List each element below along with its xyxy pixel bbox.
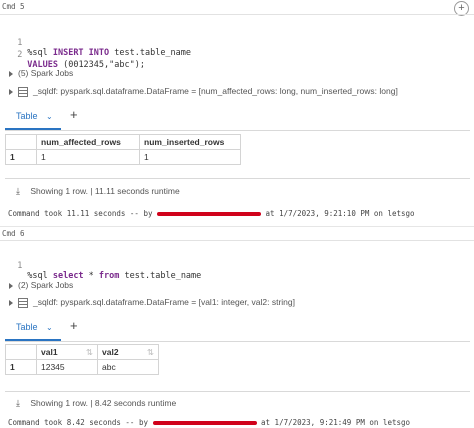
footer-prefix: Command took 11.11 seconds -- by (8, 209, 153, 218)
schema-text: _sqldf: pyspark.sql.dataframe.DataFrame … (33, 297, 295, 307)
triangle-right-icon (9, 70, 13, 77)
code-keyword: from (98, 271, 120, 281)
redacted-user (152, 421, 257, 425)
tab-label: Table (16, 111, 38, 121)
spark-jobs-toggle[interactable]: (5) Spark Jobs (9, 68, 73, 78)
column-header-label: val1 (41, 346, 58, 357)
result-status-bar: ⤓ Showing 1 row. | 8.42 seconds runtime (16, 398, 176, 409)
cmd-label: Cmd 6 (2, 229, 25, 238)
results-table: val1 ⇅ val2 ⇅ 1 12345 abc (5, 344, 159, 375)
triangle-right-icon (9, 88, 13, 95)
footer-prefix: Command took 8.42 seconds -- by (8, 418, 148, 427)
status-text: Showing 1 row. | 8.42 seconds runtime (30, 398, 177, 408)
divider (5, 178, 470, 179)
results-table: num_affected_rows num_inserted_rows 1 1 … (5, 134, 241, 165)
column-header[interactable]: num_inserted_rows (139, 134, 241, 150)
table-icon (18, 86, 28, 97)
spark-jobs-label: (5) Spark Jobs (18, 68, 74, 78)
add-tab-plus-icon[interactable]: + (70, 107, 78, 122)
column-header-label: num_inserted_rows (144, 137, 225, 147)
row-number: 1 (5, 359, 37, 375)
row-number-header (5, 134, 37, 150)
table-cell[interactable]: 1 (139, 149, 241, 165)
command-footer: Command took 8.42 seconds -- by at 1/7/2… (8, 418, 410, 427)
cell-separator (0, 226, 474, 227)
download-icon[interactable]: ⤓ (16, 186, 20, 196)
sort-arrows-icon[interactable]: ⇅ (147, 347, 154, 358)
line-number: 2 (17, 50, 23, 60)
sort-arrows-icon[interactable]: ⇅ (86, 347, 93, 358)
table-cell[interactable]: abc (97, 359, 159, 375)
code-line[interactable]: 1 %sql select * from test.table_name (7, 251, 201, 281)
tab-table[interactable]: Table ⌄ (16, 111, 53, 121)
footer-suffix: at 1/7/2023, 9:21:10 PM on letsgo (265, 209, 415, 218)
line-number: 1 (17, 261, 23, 271)
spark-jobs-label: (2) Spark Jobs (18, 280, 74, 290)
code-line[interactable]: 2 VALUES (0012345,"abc"); (7, 40, 145, 70)
table-cell[interactable]: 1 (36, 149, 140, 165)
schema-text: _sqldf: pyspark.sql.dataframe.DataFrame … (33, 86, 398, 96)
column-header-label: num_affected_rows (41, 137, 121, 147)
cell-top-border (0, 240, 474, 242)
table-row: 1 12345 abc (5, 359, 159, 375)
schema-toggle[interactable]: _sqldf: pyspark.sql.dataframe.DataFrame … (9, 297, 295, 308)
table-icon (18, 297, 28, 308)
add-tab-plus-icon[interactable]: + (70, 318, 78, 333)
code-token: test.table_name (119, 271, 202, 281)
cmd-label: Cmd 5 (2, 2, 25, 11)
result-status-bar: ⤓ Showing 1 row. | 11.11 seconds runtime (16, 186, 180, 197)
tab-table[interactable]: Table ⌄ (16, 322, 53, 332)
triangle-right-icon (9, 299, 13, 306)
chevron-down-icon[interactable]: ⌄ (46, 112, 53, 121)
status-text: Showing 1 row. | 11.11 seconds runtime (30, 186, 180, 196)
divider (5, 130, 470, 131)
column-header[interactable]: val1 ⇅ (36, 344, 98, 360)
chevron-down-icon[interactable]: ⌄ (46, 323, 53, 332)
redacted-user (157, 212, 262, 216)
row-number: 1 (5, 149, 37, 165)
row-number-header (5, 344, 37, 360)
cell-top-border (0, 14, 474, 16)
tab-label: Table (16, 322, 38, 332)
table-cell[interactable]: 12345 (36, 359, 98, 375)
spark-jobs-toggle[interactable]: (2) Spark Jobs (9, 280, 73, 290)
divider (5, 391, 470, 392)
table-row: 1 1 1 (5, 149, 241, 165)
column-header[interactable]: num_affected_rows (36, 134, 140, 150)
table-header-row: val1 ⇅ val2 ⇅ (5, 344, 159, 360)
download-icon[interactable]: ⤓ (16, 398, 20, 408)
column-header-label: val2 (102, 346, 119, 357)
column-header[interactable]: val2 ⇅ (97, 344, 159, 360)
table-header-row: num_affected_rows num_inserted_rows (5, 134, 241, 150)
command-footer: Command took 11.11 seconds -- by at 1/7/… (8, 209, 415, 218)
divider (5, 341, 470, 342)
code-token: * (83, 271, 99, 281)
triangle-right-icon (9, 282, 13, 289)
footer-suffix: at 1/7/2023, 9:21:49 PM on letsgo (261, 418, 411, 427)
schema-toggle[interactable]: _sqldf: pyspark.sql.dataframe.DataFrame … (9, 86, 398, 97)
